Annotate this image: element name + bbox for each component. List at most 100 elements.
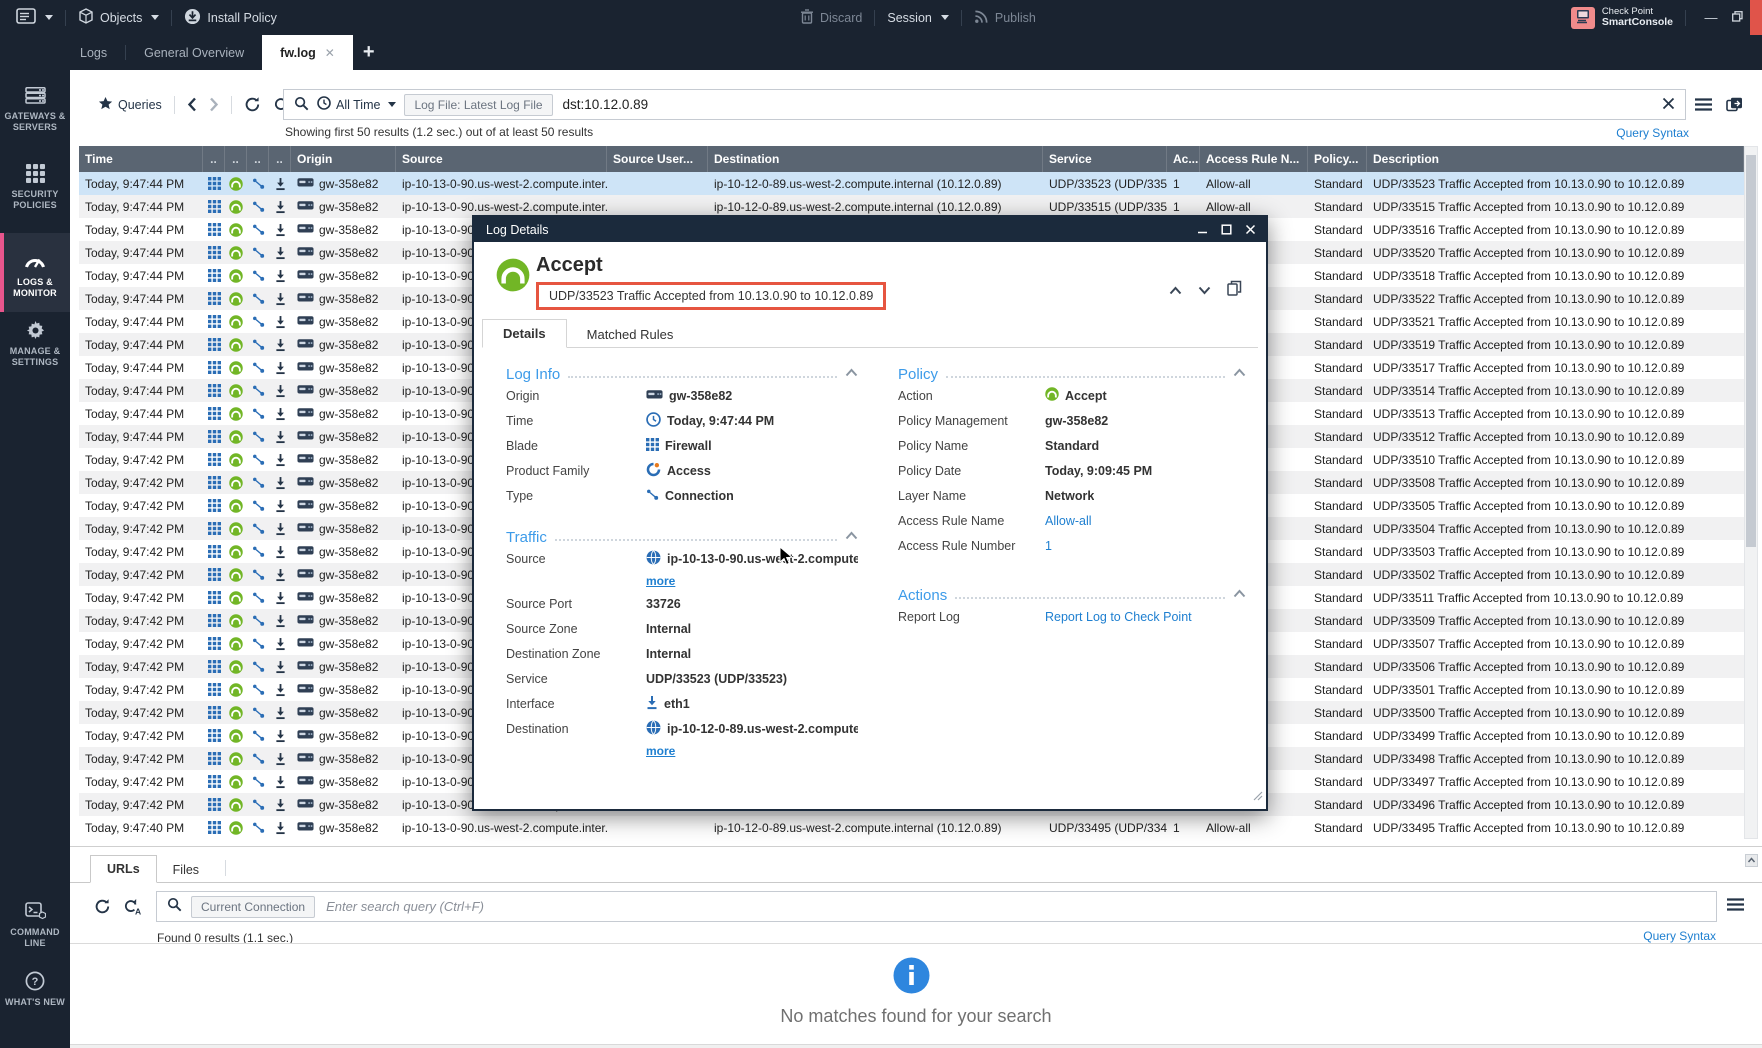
close-tab-icon[interactable]: ✕ [325, 46, 335, 60]
query-syntax-link[interactable]: Query Syntax [1616, 126, 1689, 140]
cell-origin: gw-358e82 [291, 246, 396, 260]
col-source-user[interactable]: Source User... [607, 146, 708, 172]
urls-menu-button[interactable] [1727, 898, 1744, 916]
current-connection-chip[interactable]: Current Connection [191, 896, 315, 918]
col-access-rule-number[interactable]: Ac... [1167, 146, 1200, 172]
install-policy-button[interactable]: Install Policy [184, 8, 276, 28]
dialog-maximize-button[interactable] [1216, 220, 1236, 240]
cell-time: Today, 9:47:44 PM [79, 361, 203, 375]
query-input[interactable] [561, 96, 1654, 113]
cell-origin: gw-358e82 [291, 522, 396, 536]
copy-log-button[interactable] [1227, 280, 1242, 301]
discard-button[interactable]: Discard [800, 9, 862, 27]
tab-logs[interactable]: Logs [62, 35, 125, 70]
publish-button[interactable]: Publish [974, 9, 1036, 27]
cell-policy: Standard [1308, 269, 1367, 283]
gateway-icon [646, 389, 663, 403]
log-search-field[interactable]: All Time Log File: Latest Log File [283, 89, 1686, 120]
report-log-link[interactable]: Report Log to Check Point [1045, 610, 1192, 624]
svg-text:A: A [135, 906, 141, 916]
connection-type-icon [247, 499, 269, 512]
col-blade[interactable]: .. [203, 146, 225, 172]
col-type[interactable]: .. [247, 146, 269, 172]
next-log-button[interactable] [1198, 282, 1211, 300]
tab-files[interactable]: Files [157, 857, 215, 883]
app-menu-button[interactable] [16, 8, 53, 27]
cell-origin: gw-358e82 [291, 315, 396, 329]
table-row[interactable]: Today, 9:47:40 PM gw-358e82 ip-10-13-0-9… [79, 816, 1744, 839]
interface-direction-icon [269, 729, 291, 743]
connection-type-icon [247, 706, 269, 719]
refresh-button[interactable] [238, 96, 267, 113]
access-rule-name-link[interactable]: Allow-all [1045, 514, 1092, 528]
sidebar-item-logs-monitor[interactable]: LOGS & MONITOR [0, 233, 70, 312]
publish-label: Publish [995, 11, 1036, 25]
sidebar-item-gateways-servers[interactable]: GATEWAYS & SERVERS [0, 84, 70, 133]
refresh-button[interactable] [88, 898, 117, 915]
export-button[interactable] [1726, 97, 1743, 112]
previous-log-button[interactable] [1169, 282, 1182, 300]
new-tab-button[interactable]: + [353, 35, 385, 70]
query-forward-button[interactable] [203, 97, 225, 112]
sidebar-item-security-policies[interactable]: SECURITY POLICIES [0, 162, 70, 211]
accept-action-icon [225, 821, 247, 835]
sidebar-item-whats-new[interactable]: ? WHAT'S NEW [0, 970, 70, 1008]
sidebar-item-manage-settings[interactable]: MANAGE & SETTINGS [0, 319, 70, 368]
restore-button[interactable] [1724, 0, 1750, 35]
divider [1685, 10, 1686, 26]
collapse-icon[interactable] [845, 527, 858, 544]
resize-grip[interactable] [1253, 788, 1263, 806]
collapse-icon[interactable] [1233, 585, 1246, 602]
sidebar-item-command-line[interactable]: COMMAND LINE [0, 900, 70, 949]
firewall-blade-icon [203, 614, 225, 627]
table-scrollbar[interactable] [1744, 146, 1758, 839]
tab-fwlog[interactable]: fw.log✕ [262, 35, 353, 70]
cell-policy: Standard [1308, 315, 1367, 329]
col-description[interactable]: Description [1367, 146, 1744, 172]
log-file-chip[interactable]: Log File: Latest Log File [404, 94, 552, 116]
clear-query-icon[interactable] [1662, 97, 1675, 113]
access-rule-number-link[interactable]: 1 [1045, 539, 1052, 553]
tab-matched-rules[interactable]: Matched Rules [567, 321, 694, 348]
col-destination[interactable]: Destination [708, 146, 1043, 172]
col-service[interactable]: Service [1043, 146, 1167, 172]
col-source[interactable]: Source [396, 146, 607, 172]
col-interface[interactable]: .. [269, 146, 291, 172]
cell-origin: gw-358e82 [291, 729, 396, 743]
connection-type-icon [247, 430, 269, 443]
dialog-close-button[interactable] [1240, 220, 1260, 240]
gateway-icon [297, 453, 314, 467]
objects-menu-button[interactable]: Objects [78, 8, 159, 27]
col-origin[interactable]: Origin [291, 146, 396, 172]
urls-search-field[interactable]: Current Connection [156, 891, 1717, 922]
col-policy[interactable]: Policy... [1308, 146, 1367, 172]
auto-refresh-button[interactable]: A [117, 898, 148, 916]
query-syntax-link[interactable]: Query Syntax [1643, 929, 1716, 943]
col-action[interactable]: .. [225, 146, 247, 172]
tab-details[interactable]: Details [482, 319, 567, 348]
collapse-icon[interactable] [1233, 364, 1246, 381]
brand-text: Check Point SmartConsole [1602, 7, 1673, 28]
col-access-rule-name[interactable]: Access Rule N... [1200, 146, 1308, 172]
query-back-button[interactable] [181, 97, 203, 112]
col-time[interactable]: Time [79, 146, 203, 172]
close-button[interactable] [1750, 0, 1762, 35]
queries-button[interactable]: Queries [92, 96, 168, 114]
firewall-blade-icon [203, 407, 225, 420]
dialog-titlebar[interactable]: Log Details [474, 217, 1266, 242]
tab-urls[interactable]: URLs [90, 855, 157, 883]
time-filter-dropdown[interactable]: All Time [317, 96, 396, 113]
table-row[interactable]: Today, 9:47:44 PM gw-358e82 ip-10-13-0-9… [79, 172, 1744, 195]
pane-scroll-up-icon[interactable] [1745, 854, 1758, 872]
results-menu-button[interactable] [1695, 98, 1712, 111]
source-more-link[interactable]: more [646, 574, 675, 588]
gateway-icon [297, 200, 314, 214]
destination-more-link[interactable]: more [646, 744, 675, 758]
collapse-icon[interactable] [845, 364, 858, 381]
minimize-button[interactable]: — [1698, 0, 1724, 35]
tab-general-overview[interactable]: General Overview [126, 35, 262, 70]
urls-search-input[interactable] [324, 898, 1706, 915]
scrollbar-thumb[interactable] [1746, 155, 1756, 547]
dialog-minimize-button[interactable] [1192, 220, 1212, 240]
session-menu-button[interactable]: Session [887, 11, 948, 25]
